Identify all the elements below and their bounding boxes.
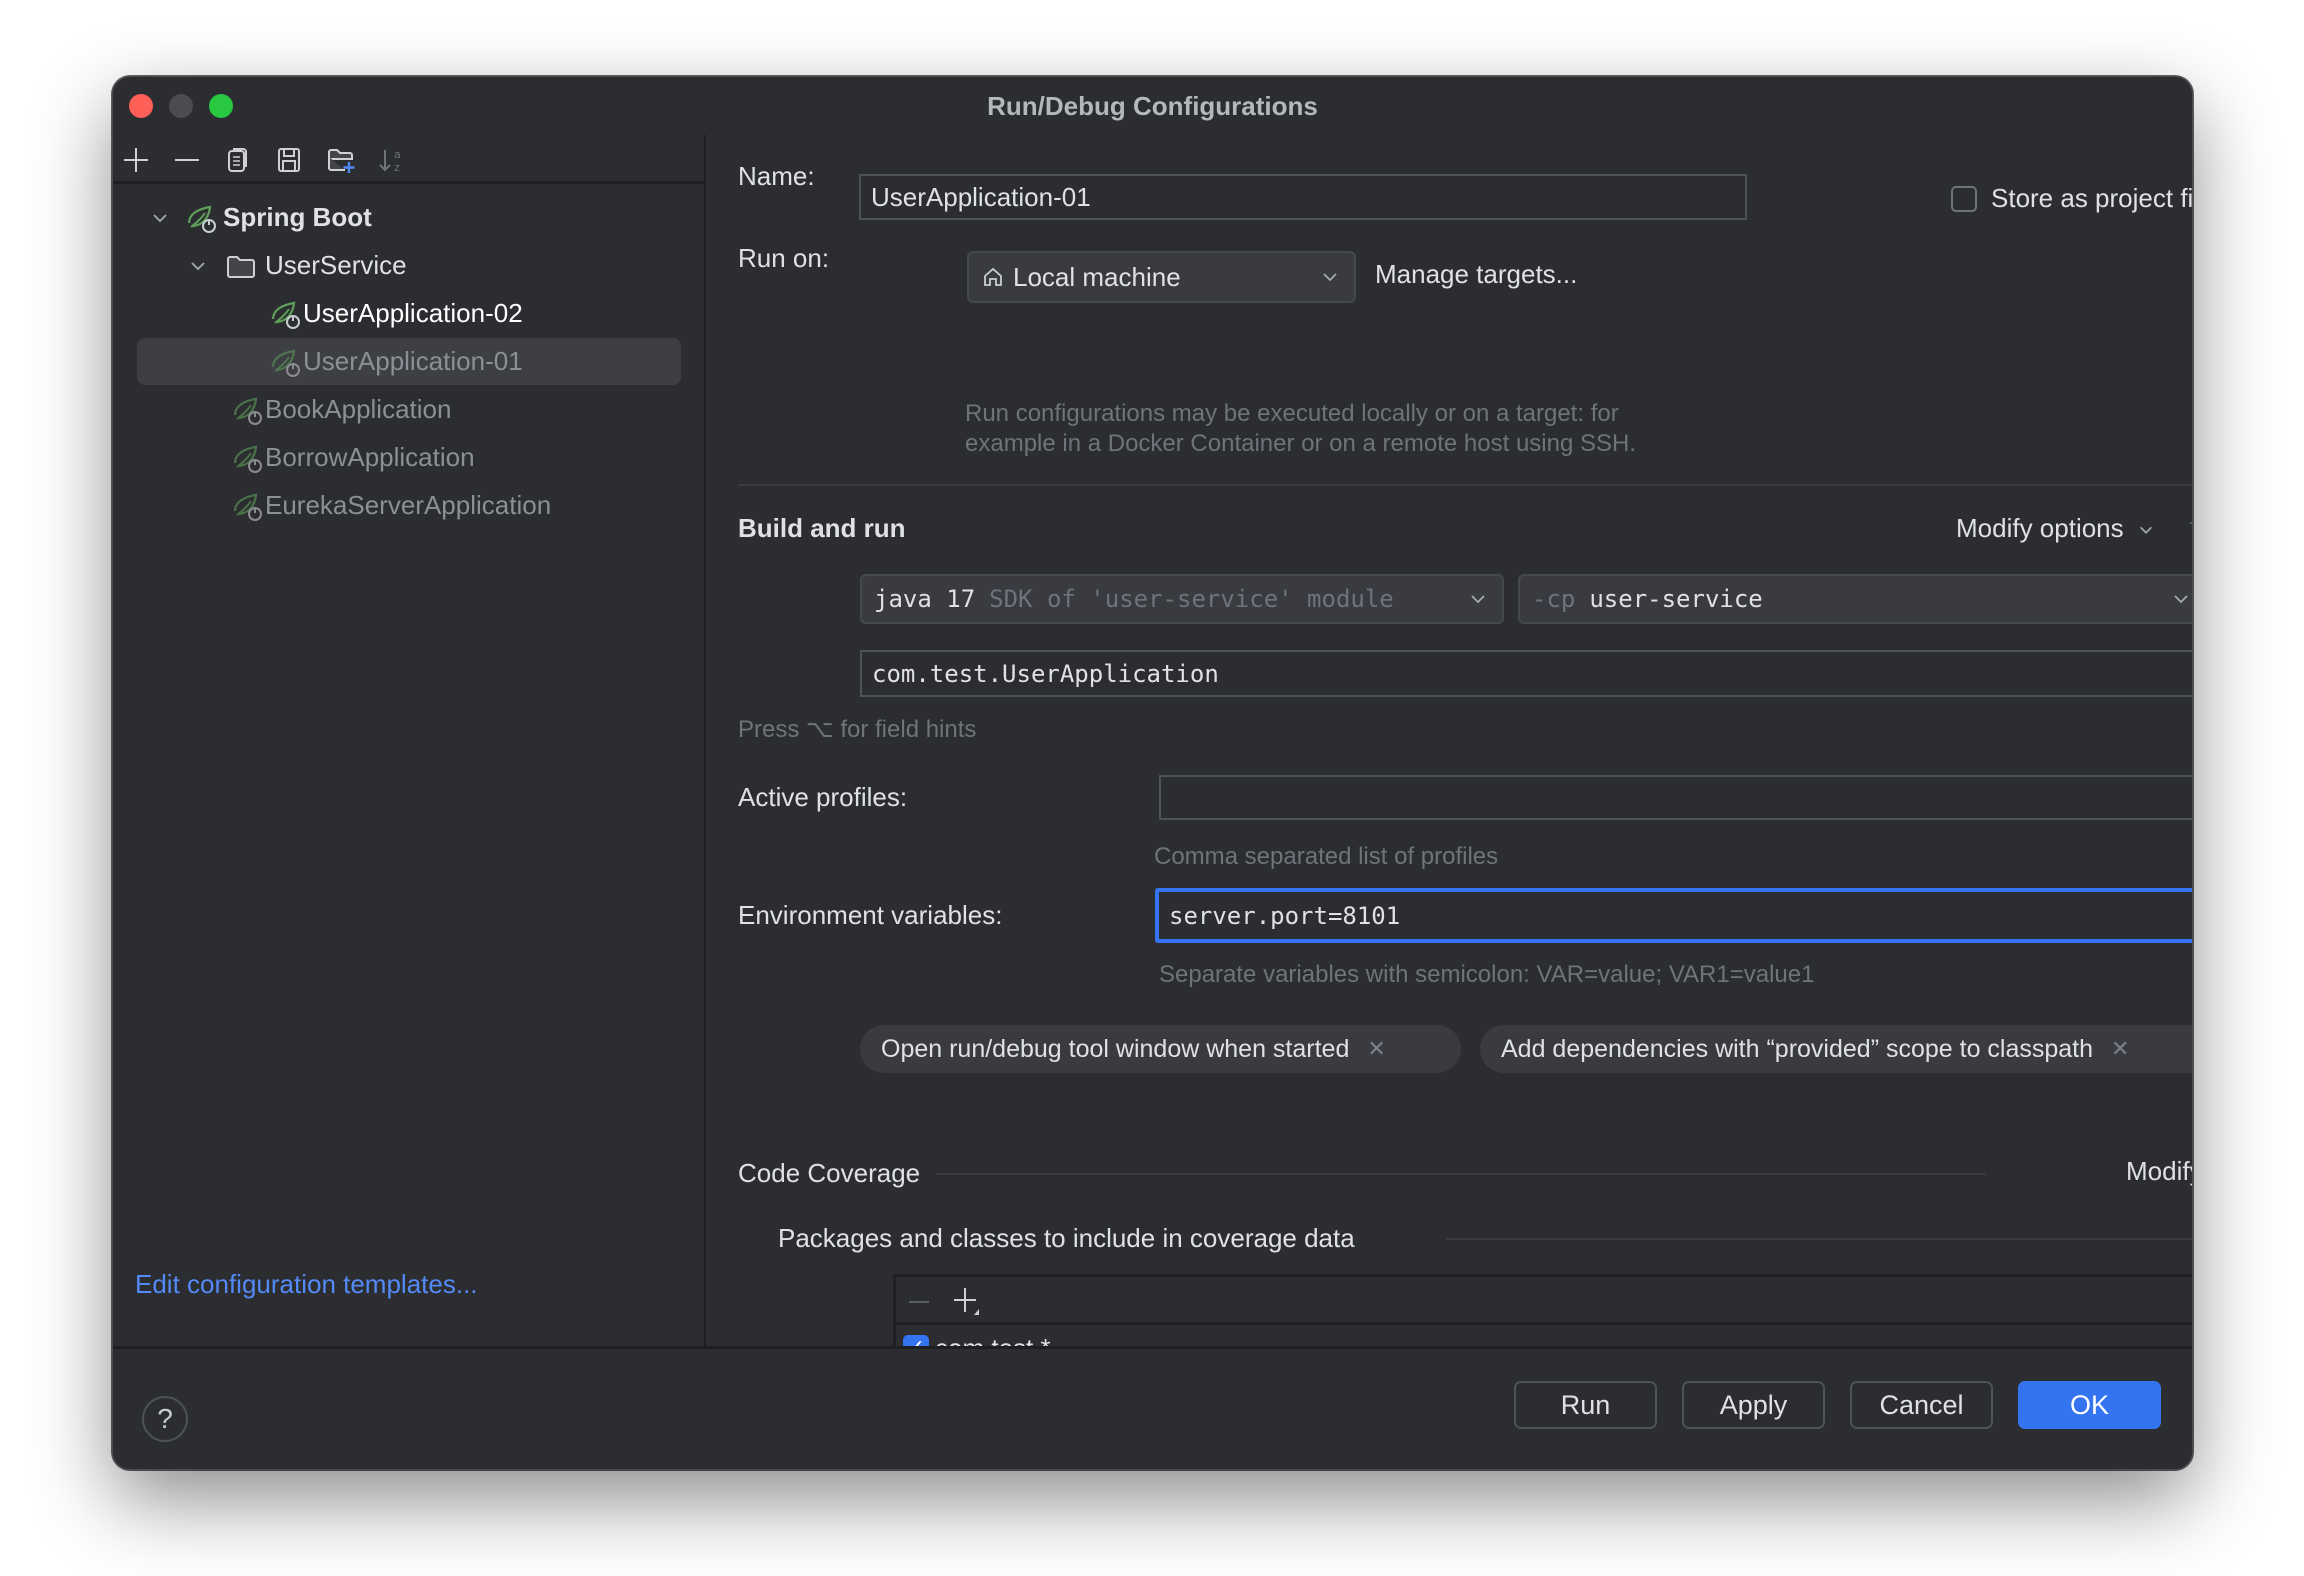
modify-options-label: Modify options [1956,513,2124,543]
section-divider [936,1173,1986,1175]
home-icon [984,267,1002,286]
active-profiles-hint: Comma separated list of profiles [1154,843,1499,870]
window-title: Run/Debug Configurations [987,91,1318,121]
option-chip[interactable]: Open run/debug tool window when started … [860,1025,1461,1073]
run-on-hint: Run configurations may be executed local… [965,399,1636,459]
code-coverage-title: Code Coverage [738,1158,921,1188]
svg-text:z: z [394,161,400,174]
active-profiles-label: Active profiles: [738,782,908,812]
save-icon[interactable] [272,143,306,177]
remove-icon[interactable] [906,1289,932,1315]
main-class-input[interactable]: com.test.UserApplication [860,650,2192,697]
add-icon[interactable] [952,1285,982,1317]
tree-item-userapplication-01[interactable]: UserApplication-01 [137,338,681,385]
classpath-module-dropdown[interactable]: -cp user-service [1518,574,2192,624]
spring-boot-icon [231,441,265,475]
chevron-down-icon [2139,526,2152,534]
manage-targets-link[interactable]: Manage targets... [1375,259,1577,290]
env-vars-hint: Separate variables with semicolon: VAR=v… [1159,961,1815,988]
run-debug-configurations-dialog: Run/Debug Configurations az Spring Boot … [112,76,2193,1470]
jdk-hint: SDK of 'user-service' module [989,585,1394,613]
tree-item-label: UserApplication-02 [303,298,523,328]
coverage-table-toolbar [896,1277,2192,1325]
new-folder-icon[interactable] [324,143,358,177]
name-label: Name: [738,161,815,191]
modify-options-link[interactable]: Modify options [1956,513,2155,544]
store-as-project-file-checkbox[interactable] [1951,186,1977,212]
tree-item-eurekaserverapplication[interactable]: EurekaServerApplication [137,482,681,529]
option-chip[interactable]: Add dependencies with “provided” scope t… [1480,1025,2192,1073]
tree-item-bookapplication[interactable]: BookApplication [137,386,681,433]
run-button[interactable]: Run [1514,1381,1657,1429]
cp-value: user-service [1589,585,1763,613]
chevron-down-icon [1471,595,1485,604]
jdk-value: java 17 [874,585,976,613]
spring-boot-icon [269,297,303,331]
svg-text:a: a [394,148,401,161]
configurations-sidebar: az Spring Boot UserService UserApplicati… [113,135,706,1346]
folder-icon [225,251,257,281]
run-on-dropdown[interactable]: Local machine [967,251,1356,303]
field-hints-text: Press ⌥ for field hints [738,716,977,743]
tree-item-label: BorrowApplication [265,442,475,472]
tree-item-spring-boot[interactable]: Spring Boot [137,194,681,241]
tree-item-label: EurekaServerApplication [265,490,552,520]
section-divider [738,484,2192,486]
coverage-modify-link[interactable]: Modify [2126,1156,2192,1187]
env-vars-value: server.port=8101 [1169,901,1401,930]
spring-boot-icon [231,489,265,523]
tree-item-userapplication-02[interactable]: UserApplication-02 [137,290,681,337]
chevron-down-icon[interactable] [187,255,209,277]
chevron-down-icon [2174,595,2188,604]
chevron-down-icon[interactable] [149,207,171,229]
env-vars-input[interactable]: server.port=8101 [1155,888,2192,943]
ok-button[interactable]: OK [2018,1381,2161,1429]
chevron-down-icon [1323,273,1337,282]
cancel-button[interactable]: Cancel [1850,1381,1993,1429]
spring-boot-icon [231,393,265,427]
packages-title: Packages and classes to include in cover… [778,1223,1355,1253]
active-profiles-input[interactable] [1159,775,2192,820]
tree-item-label: Spring Boot [223,202,372,232]
section-divider [1446,1238,2192,1240]
run-on-label: Run on: [738,243,830,273]
close-icon[interactable]: ✕ [2111,1036,2129,1062]
sidebar-toolbar: az [113,135,704,184]
run-on-value: Local machine [1013,261,1181,292]
build-and-run-title: Build and run [738,513,906,543]
tree-item-label: UserApplication-01 [303,346,523,376]
tree-item-label: UserService [265,250,407,280]
main-class-value: com.test.UserApplication [872,659,1219,688]
spring-boot-icon [269,345,303,379]
add-icon[interactable] [119,143,153,177]
cp-prefix: -cp [1532,585,1576,613]
env-vars-label: Environment variables: [738,900,1003,930]
option-chip-label: Add dependencies with “provided” scope t… [1501,1034,2094,1063]
sort-icon[interactable]: az [375,143,409,177]
jdk-dropdown[interactable]: java 17 SDK of 'user-service' module [860,574,1504,624]
edit-configuration-templates-link[interactable]: Edit configuration templates... [135,1269,478,1300]
tree-item-borrowapplication[interactable]: BorrowApplication [137,434,681,481]
store-as-project-file-label: Store as project file [1991,183,2193,213]
dialog-footer: ? Run Apply Cancel OK [113,1346,2192,1469]
help-button[interactable]: ? [142,1396,188,1442]
configuration-form: Name: UserApplication-01 Store as projec… [708,135,2193,1414]
tree-item-label: BookApplication [265,394,452,424]
close-icon[interactable]: ✕ [1367,1036,1385,1062]
name-input[interactable]: UserApplication-01 [859,174,1747,220]
run-on-hint-line: Run configurations may be executed local… [965,400,1619,427]
option-chip-label: Open run/debug tool window when started [881,1034,1350,1063]
coverage-modify-label: Modify [2126,1156,2192,1186]
copy-icon[interactable] [221,143,255,177]
remove-icon[interactable] [170,143,204,177]
apply-button[interactable]: Apply [1682,1381,1825,1429]
run-on-hint-line: example in a Docker Container or on a re… [965,430,1637,457]
tree-item-userservice[interactable]: UserService [137,242,681,289]
spring-boot-icon [185,201,219,235]
modify-options-shortcut: ⌥M [2188,513,2192,544]
name-input-value: UserApplication-01 [871,181,1091,212]
